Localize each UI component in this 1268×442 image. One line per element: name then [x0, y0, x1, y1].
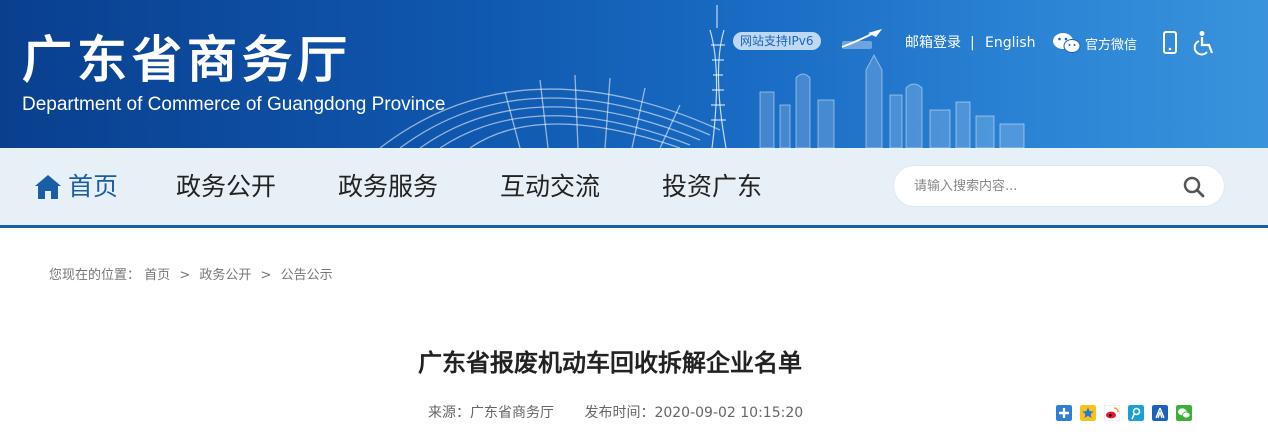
- nav-item-government-services[interactable]: 政务服务: [338, 148, 438, 225]
- search-icon[interactable]: [1182, 175, 1206, 199]
- search-box: [894, 166, 1224, 206]
- site-subtitle: Department of Commerce of Guangdong Prov…: [22, 94, 446, 115]
- tencent-weibo-icon[interactable]: [1128, 405, 1144, 421]
- weibo-icon[interactable]: [1104, 405, 1120, 421]
- mobile-icon[interactable]: [1162, 30, 1178, 56]
- wechat-label: 官方微信: [1085, 37, 1138, 53]
- wechat-share-icon[interactable]: [1176, 405, 1192, 421]
- home-icon: [35, 174, 61, 199]
- share-bar: [1056, 405, 1200, 421]
- plane-emblem-icon: [841, 29, 882, 49]
- site-title: 广东省商务厅: [22, 31, 352, 89]
- ipv6-badge: 网站支持IPv6: [733, 32, 821, 50]
- nav-item-government-affairs[interactable]: 政务公开: [176, 148, 276, 225]
- wechat-icon: [1053, 33, 1081, 53]
- breadcrumb-government-affairs[interactable]: 政务公开: [199, 268, 251, 283]
- breadcrumb-home[interactable]: 首页: [144, 268, 170, 283]
- nav-item-home-label: 首页: [68, 172, 119, 201]
- nav-item-invest-guangdong[interactable]: 投资广东: [662, 148, 762, 225]
- article-title: 广东省报废机动车回收拆解企业名单: [418, 349, 802, 377]
- english-link[interactable]: English: [985, 34, 1036, 52]
- plus-share-icon[interactable]: [1056, 405, 1072, 421]
- article-source: 来源：广东省商务厅: [428, 405, 554, 421]
- main-nav: 首页 政务公开 政务服务 互动交流 投资广东: [0, 148, 1268, 228]
- mailbox-login-link[interactable]: 邮箱登录: [905, 34, 961, 52]
- official-wechat-link[interactable]: 官方微信: [1052, 30, 1137, 56]
- nav-item-home[interactable]: 首页: [34, 148, 118, 225]
- breadcrumb-separator: >: [260, 268, 272, 283]
- renren-icon[interactable]: [1152, 405, 1168, 421]
- article-meta: 来源：广东省商务厅 发布时间：2020-09-02 10:15:20: [428, 402, 803, 422]
- article-publish-time: 发布时间：2020-09-02 10:15:20: [584, 405, 804, 421]
- breadcrumb-prefix: 您现在的位置：: [49, 268, 141, 283]
- breadcrumb-separator: >: [179, 268, 191, 283]
- breadcrumb-announcements[interactable]: 公告公示: [281, 268, 333, 283]
- nav-item-interaction[interactable]: 互动交流: [500, 148, 600, 225]
- link-separator: |: [970, 35, 975, 51]
- search-input[interactable]: [914, 176, 1164, 196]
- accessibility-icon[interactable]: [1192, 30, 1216, 56]
- site-banner: 广东省商务厅 Department of Commerce of Guangdo…: [0, 0, 1268, 148]
- qzone-icon[interactable]: [1080, 405, 1096, 421]
- breadcrumb: 您现在的位置： 首页 > 政务公开 > 公告公示: [49, 264, 333, 283]
